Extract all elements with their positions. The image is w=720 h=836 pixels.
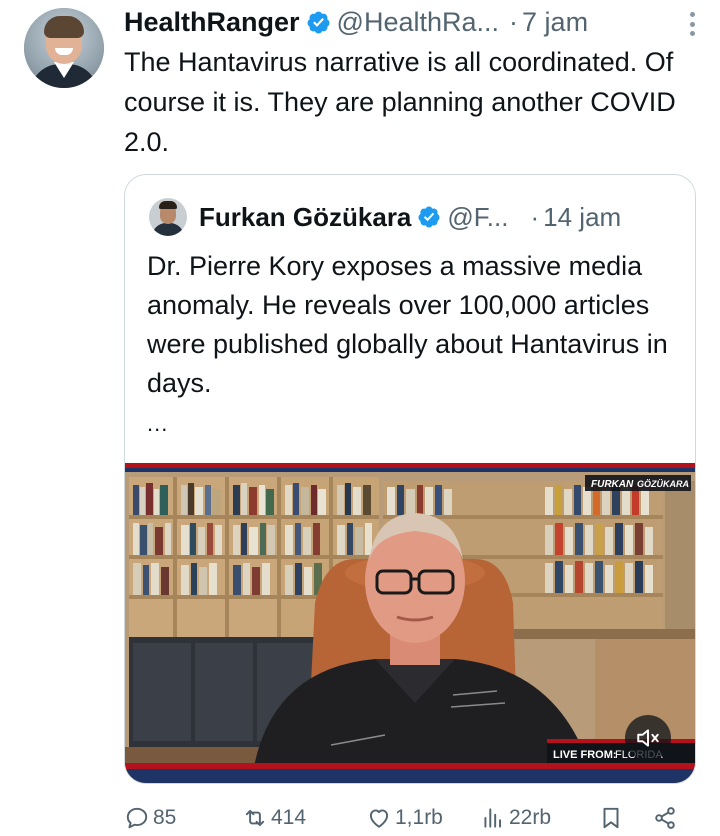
quoted-avatar-suit [152, 223, 184, 236]
channel-logo-right: GÖZÜKARA [637, 479, 689, 489]
repost-count: 414 [271, 806, 307, 829]
author-display-name[interactable]: HealthRanger [124, 7, 300, 38]
quoted-author-avatar[interactable] [149, 198, 187, 236]
video-frame: FURKAN GÖZÜKARA LIVE FROM: FLORIDA [125, 463, 695, 783]
dot-separator: · [509, 6, 519, 37]
quoted-author-handle[interactable]: @F... [447, 202, 508, 233]
dot-separator: · [530, 201, 540, 232]
view-count: 22rb [509, 806, 552, 829]
video-player[interactable]: FURKAN GÖZÜKARA LIVE FROM: FLORIDA [125, 463, 695, 783]
reply-count: 85 [153, 806, 177, 829]
more-options-icon[interactable] [690, 12, 698, 36]
verified-badge-icon [418, 206, 440, 228]
quoted-author-display-name[interactable]: Furkan Gözükara [199, 202, 411, 233]
quoted-avatar-hair [159, 201, 177, 209]
share-button[interactable] [652, 804, 678, 832]
like-count: 1,1rb [395, 806, 443, 829]
like-button[interactable]: 1,1rb [366, 804, 443, 832]
quoted-tweet-text: Dr. Pierre Kory exposes a massive media … [147, 251, 668, 398]
author-avatar[interactable] [24, 8, 104, 88]
more-dot [690, 31, 695, 36]
verified-badge-icon [307, 11, 329, 33]
share-icon [655, 807, 675, 829]
avatar-hair [44, 16, 84, 38]
author-handle[interactable]: @HealthRa... [337, 7, 499, 38]
views-chart-icon [484, 808, 502, 828]
bookmark-button[interactable] [598, 804, 624, 832]
show-more-ellipsis[interactable]: ... [147, 411, 168, 437]
views-button[interactable]: 22rb [480, 804, 551, 832]
mute-button[interactable] [625, 715, 671, 761]
tweet-text: The Hantavirus narrative is all coordina… [124, 47, 676, 157]
more-dot [690, 21, 695, 27]
more-dot [690, 12, 695, 17]
quoted-tweet[interactable]: Furkan Gözükara @F... · 14 jam Dr. Pierr… [124, 174, 696, 784]
reply-button[interactable]: 85 [124, 804, 176, 832]
reply-icon [126, 807, 148, 829]
tweet-header: HealthRanger @HealthRa... · 7 jam [124, 4, 704, 40]
tweet-action-bar: 85 414 1,1rb 22rb [124, 800, 694, 836]
repost-button[interactable]: 414 [242, 804, 306, 832]
live-from-label: LIVE FROM: [553, 749, 617, 761]
repost-icon [245, 809, 265, 827]
tweet-timestamp[interactable]: 7 jam [522, 7, 588, 38]
channel-logo-left: FURKAN [591, 479, 634, 490]
quoted-tweet-header: Furkan Gözükara @F... · 14 jam [199, 197, 679, 237]
heart-icon [369, 809, 389, 828]
bookmark-icon [603, 807, 619, 829]
speaker-muted-icon [637, 729, 659, 747]
quoted-tweet-timestamp[interactable]: 14 jam [543, 202, 621, 233]
